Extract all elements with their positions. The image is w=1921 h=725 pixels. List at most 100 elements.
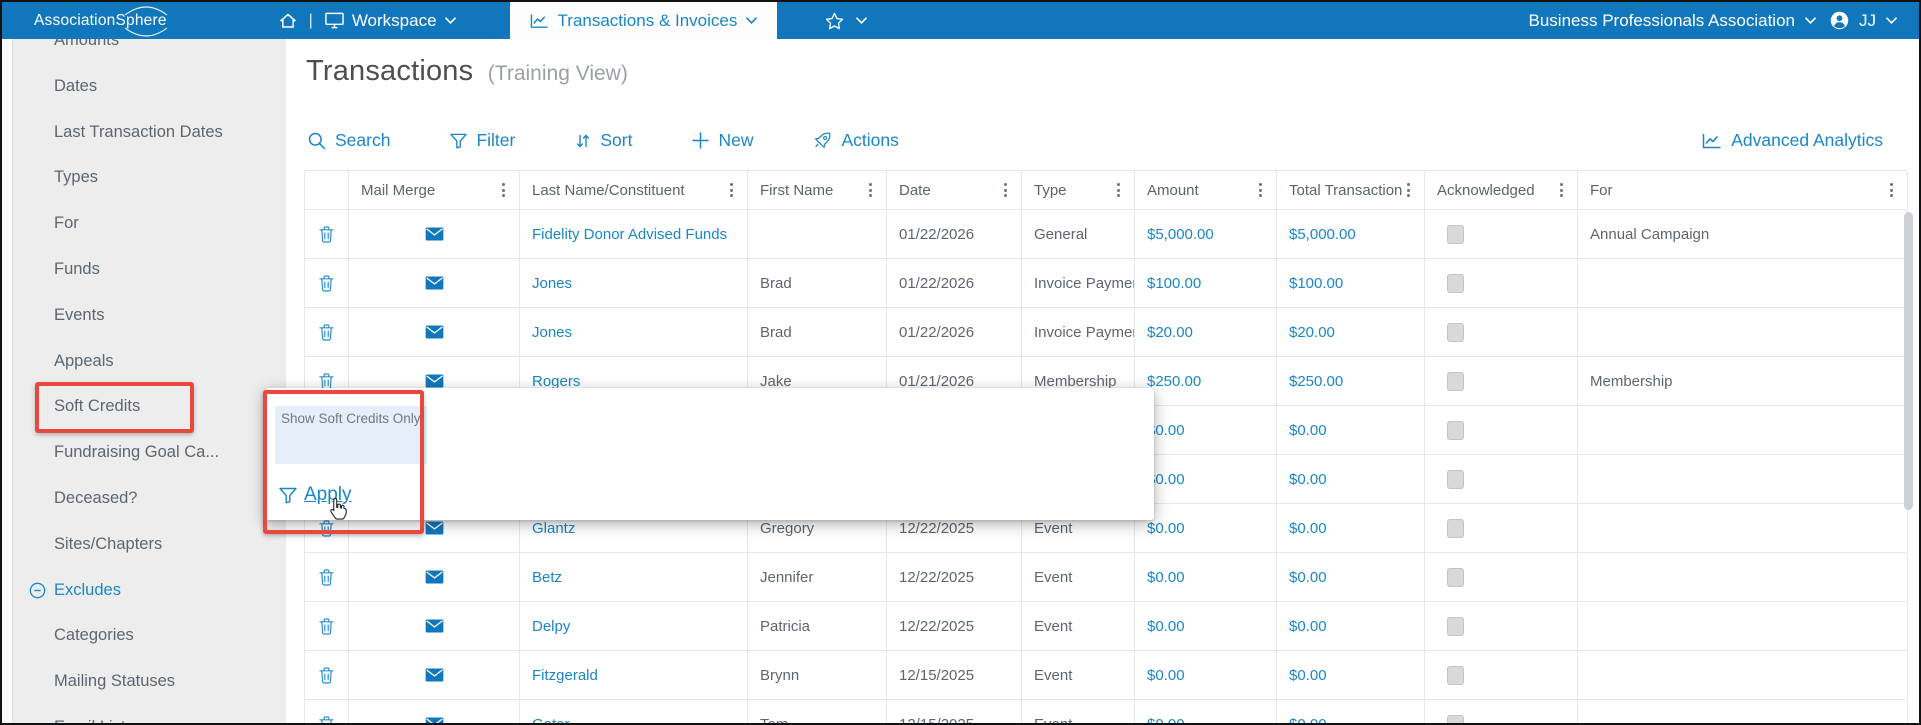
search-button[interactable]: Search bbox=[308, 130, 390, 151]
trash-icon[interactable] bbox=[319, 274, 334, 292]
mail-merge-icon[interactable] bbox=[425, 325, 444, 339]
constituent-link[interactable]: Delpy bbox=[532, 618, 570, 635]
sidebar-item-categories[interactable]: Categories bbox=[2, 613, 286, 659]
constituent-link[interactable]: Betz bbox=[532, 569, 562, 586]
column-menu-icon[interactable] bbox=[1405, 179, 1412, 201]
acknowledged-checkbox[interactable] bbox=[1447, 420, 1464, 440]
sort-button[interactable]: Sort bbox=[575, 130, 632, 151]
column-menu-icon[interactable] bbox=[500, 179, 507, 201]
acknowledged-checkbox[interactable] bbox=[1447, 616, 1464, 636]
column-menu-icon[interactable] bbox=[1888, 179, 1895, 201]
constituent-link[interactable]: Fitzgerald bbox=[532, 667, 598, 684]
total-transaction-link[interactable]: $0.00 bbox=[1289, 716, 1327, 724]
new-button[interactable]: New bbox=[692, 130, 753, 151]
trash-icon[interactable] bbox=[319, 666, 334, 684]
workspace-menu[interactable]: Workspace bbox=[325, 11, 456, 31]
sidebar-item-for[interactable]: For bbox=[2, 201, 286, 247]
delete-cell[interactable] bbox=[305, 210, 349, 258]
sidebar-item-appeals[interactable]: Appeals bbox=[2, 339, 286, 385]
amount-link[interactable]: $0.00 bbox=[1147, 667, 1185, 684]
mail-merge-icon[interactable] bbox=[425, 570, 444, 584]
delete-cell[interactable] bbox=[305, 259, 349, 307]
delete-cell[interactable] bbox=[305, 651, 349, 699]
sidebar-item-email-lists[interactable]: Email Lists bbox=[2, 705, 286, 723]
organization-menu[interactable]: Business Professionals Association bbox=[1529, 11, 1816, 31]
amount-link[interactable]: $0.00 bbox=[1147, 618, 1185, 635]
acknowledged-checkbox[interactable] bbox=[1447, 224, 1464, 244]
amount-link[interactable]: $5,000.00 bbox=[1147, 226, 1214, 243]
mail-merge-icon[interactable] bbox=[425, 619, 444, 633]
amount-link[interactable]: $250.00 bbox=[1147, 373, 1201, 390]
tab-transactions-invoices[interactable]: Transactions & Invoices bbox=[509, 2, 778, 39]
sidebar-item-amounts[interactable]: Amounts bbox=[2, 39, 286, 64]
constituent-link[interactable]: Gater bbox=[532, 716, 570, 724]
constituent-link[interactable]: Fidelity Donor Advised Funds bbox=[532, 226, 727, 243]
total-transaction-link[interactable]: $0.00 bbox=[1289, 520, 1327, 537]
total-transaction-link[interactable]: $100.00 bbox=[1289, 275, 1343, 292]
total-transaction-link[interactable]: $0.00 bbox=[1289, 422, 1327, 439]
actions-button[interactable]: Actions bbox=[813, 130, 899, 151]
acknowledged-checkbox[interactable] bbox=[1447, 518, 1464, 538]
total-transaction-link[interactable]: $0.00 bbox=[1289, 471, 1327, 488]
app-logo[interactable]: AssociationSphere bbox=[34, 5, 167, 37]
column-menu-icon[interactable] bbox=[1257, 179, 1264, 201]
advanced-analytics-button[interactable]: Advanced Analytics bbox=[1702, 130, 1883, 151]
delete-cell[interactable] bbox=[305, 700, 349, 723]
home-button[interactable] bbox=[279, 13, 297, 29]
amount-link[interactable]: $20.00 bbox=[1147, 324, 1193, 341]
table-scrollbar[interactable] bbox=[1904, 212, 1913, 510]
sidebar-item-sites-chapters[interactable]: Sites/Chapters bbox=[2, 522, 286, 568]
trash-icon[interactable] bbox=[319, 225, 334, 243]
acknowledged-checkbox[interactable] bbox=[1447, 469, 1464, 489]
column-menu-icon[interactable] bbox=[1558, 179, 1565, 201]
column-menu-icon[interactable] bbox=[728, 179, 735, 201]
mail-merge-icon[interactable] bbox=[425, 668, 444, 682]
column-menu-icon[interactable] bbox=[1002, 179, 1009, 201]
mail-merge-cell[interactable] bbox=[349, 700, 520, 723]
user-menu[interactable]: JJ bbox=[1830, 11, 1897, 31]
acknowledged-checkbox[interactable] bbox=[1447, 567, 1464, 587]
total-transaction-link[interactable]: $20.00 bbox=[1289, 324, 1335, 341]
total-transaction-link[interactable]: $0.00 bbox=[1289, 569, 1327, 586]
mail-merge-cell[interactable] bbox=[349, 308, 520, 356]
mail-merge-cell[interactable] bbox=[349, 553, 520, 601]
sidebar-item-deceased[interactable]: Deceased? bbox=[2, 476, 286, 522]
sidebar-item-types[interactable]: Types bbox=[2, 155, 286, 201]
show-soft-credits-only-option[interactable]: Show Soft Credits Only bbox=[275, 406, 427, 464]
mail-merge-icon[interactable] bbox=[425, 717, 444, 723]
trash-icon[interactable] bbox=[319, 323, 334, 341]
trash-icon[interactable] bbox=[319, 519, 334, 537]
mail-merge-cell[interactable] bbox=[349, 259, 520, 307]
sidebar-item-excludes[interactable]: Excludes bbox=[2, 568, 286, 614]
acknowledged-checkbox[interactable] bbox=[1447, 322, 1464, 342]
trash-icon[interactable] bbox=[319, 715, 334, 724]
sidebar-item-dates[interactable]: Dates bbox=[2, 64, 286, 110]
acknowledged-checkbox[interactable] bbox=[1447, 273, 1464, 293]
mail-merge-cell[interactable] bbox=[349, 602, 520, 650]
sidebar-item-fundraising-goal-ca[interactable]: Fundraising Goal Ca... bbox=[2, 430, 286, 476]
trash-icon[interactable] bbox=[319, 372, 334, 390]
amount-link[interactable]: $0.00 bbox=[1147, 716, 1185, 724]
mail-merge-icon[interactable] bbox=[425, 521, 444, 535]
mail-merge-icon[interactable] bbox=[425, 276, 444, 290]
amount-link[interactable]: $100.00 bbox=[1147, 275, 1201, 292]
sidebar-item-funds[interactable]: Funds bbox=[2, 247, 286, 293]
acknowledged-checkbox[interactable] bbox=[1447, 665, 1464, 685]
trash-icon[interactable] bbox=[319, 617, 334, 635]
trash-icon[interactable] bbox=[319, 568, 334, 586]
constituent-link[interactable]: Jones bbox=[532, 275, 572, 292]
favorites-menu[interactable] bbox=[825, 12, 868, 30]
delete-cell[interactable] bbox=[305, 602, 349, 650]
filter-button[interactable]: Filter bbox=[450, 130, 515, 151]
constituent-link[interactable]: Glantz bbox=[532, 520, 575, 537]
total-transaction-link[interactable]: $0.00 bbox=[1289, 667, 1327, 684]
mail-merge-icon[interactable] bbox=[425, 227, 444, 241]
column-menu-icon[interactable] bbox=[1115, 179, 1122, 201]
sidebar-item-events[interactable]: Events bbox=[2, 293, 286, 339]
amount-link[interactable]: $0.00 bbox=[1147, 569, 1185, 586]
amount-link[interactable]: $0.00 bbox=[1147, 520, 1185, 537]
sidebar-item-mailing-statuses[interactable]: Mailing Statuses bbox=[2, 659, 286, 705]
sidebar-item-last-transaction-dates[interactable]: Last Transaction Dates bbox=[2, 110, 286, 156]
sidebar-item-soft-credits[interactable]: Soft Credits bbox=[2, 384, 286, 430]
total-transaction-link[interactable]: $5,000.00 bbox=[1289, 226, 1356, 243]
